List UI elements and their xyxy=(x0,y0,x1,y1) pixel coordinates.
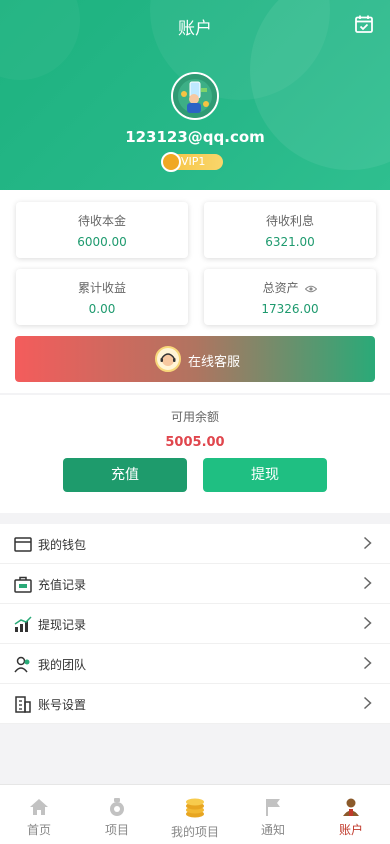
tab-label: 账户 xyxy=(338,823,363,837)
menu-item-withdraw-records[interactable]: 提现记录 xyxy=(0,604,390,644)
wallet-icon xyxy=(14,537,32,552)
home-icon xyxy=(30,799,48,815)
withdraw-button[interactable]: 提现 xyxy=(203,458,327,492)
recharge-record-icon xyxy=(14,576,32,593)
menu-item-label: 账号设置 xyxy=(38,698,87,712)
decor-circle xyxy=(0,0,80,80)
menu-item-account-settings[interactable]: 账号设置 xyxy=(0,684,390,724)
account-header: 账户 123123@qq.com VIP1 xyxy=(0,0,390,190)
tab-home[interactable]: 首页 xyxy=(0,785,78,844)
chevron-right-icon xyxy=(363,536,372,550)
vip-level: VIP1 xyxy=(181,155,206,168)
project-icon xyxy=(110,798,124,816)
settings-building-icon xyxy=(15,696,31,713)
user-email: 123123@qq.com xyxy=(125,128,265,146)
recharge-button[interactable]: 充值 xyxy=(63,458,187,492)
balance-section: 可用余额 5005.00 充值 提现 xyxy=(0,395,390,513)
user-icon xyxy=(343,798,359,816)
bottom-tab-bar: 首页 项目 我的项目 通知 账户 xyxy=(0,784,390,844)
tab-label: 项目 xyxy=(104,823,129,837)
menu-item-wallet[interactable]: 我的钱包 xyxy=(0,524,390,564)
online-service-label: 在线客服 xyxy=(188,355,241,370)
chevron-right-icon xyxy=(363,576,372,590)
tab-my-projects[interactable]: 我的项目 xyxy=(156,785,234,844)
avatar-illustration-icon xyxy=(173,74,217,118)
chevron-right-icon xyxy=(363,656,372,670)
chevron-right-icon xyxy=(363,696,372,710)
online-service-button[interactable]: 在线客服 xyxy=(15,336,375,382)
stats-section: 待收本金 6000.00 待收利息 6321.00 累计收益 0.00 总资产 … xyxy=(0,190,390,393)
menu-item-label: 我的团队 xyxy=(38,658,87,672)
tab-label: 我的项目 xyxy=(170,825,219,839)
stat-value: 0.00 xyxy=(88,302,116,316)
menu-item-my-team[interactable]: 我的团队 xyxy=(0,644,390,684)
coins-icon xyxy=(186,798,204,818)
page-title: 账户 xyxy=(178,19,212,39)
stat-label: 总资产 xyxy=(262,281,299,295)
vip-badge: VIP1 xyxy=(161,152,223,172)
customer-service-icon xyxy=(155,346,181,372)
balance-label: 可用余额 xyxy=(170,410,219,424)
stat-card-pending-interest: 待收利息 6321.00 xyxy=(204,202,376,258)
crown-icon xyxy=(161,152,181,172)
account-menu: 我的钱包 充值记录 提现记录 我的团队 账号设置 xyxy=(0,524,390,724)
tab-projects[interactable]: 项目 xyxy=(78,785,156,844)
flag-icon xyxy=(266,799,280,816)
tab-notifications[interactable]: 通知 xyxy=(234,785,312,844)
eye-icon[interactable] xyxy=(305,285,318,293)
avatar[interactable] xyxy=(171,72,219,120)
stat-card-pending-principal: 待收本金 6000.00 xyxy=(16,202,188,258)
menu-item-recharge-records[interactable]: 充值记录 xyxy=(0,564,390,604)
menu-item-label: 充值记录 xyxy=(38,578,87,592)
stat-value: 6321.00 xyxy=(265,235,315,249)
balance-amount: 5005.00 xyxy=(165,435,225,450)
stat-value: 17326.00 xyxy=(261,302,319,316)
team-icon xyxy=(14,656,30,673)
stat-label-row: 总资产 xyxy=(204,279,376,296)
tab-label: 首页 xyxy=(26,823,51,837)
chevron-right-icon xyxy=(363,616,372,630)
calendar-check-icon[interactable] xyxy=(354,14,374,34)
stat-card-cumulative-income: 累计收益 0.00 xyxy=(16,269,188,325)
stat-label: 待收本金 xyxy=(77,214,126,228)
menu-item-label: 我的钱包 xyxy=(38,538,87,552)
stat-value: 6000.00 xyxy=(77,235,127,249)
stat-label: 累计收益 xyxy=(77,281,126,295)
stat-card-total-assets: 总资产 17326.00 xyxy=(204,269,376,325)
stat-label: 待收利息 xyxy=(265,214,314,228)
withdraw-record-icon xyxy=(14,616,32,632)
tab-label: 通知 xyxy=(260,823,285,837)
tab-account[interactable]: 账户 xyxy=(312,785,390,844)
menu-item-label: 提现记录 xyxy=(38,618,87,632)
